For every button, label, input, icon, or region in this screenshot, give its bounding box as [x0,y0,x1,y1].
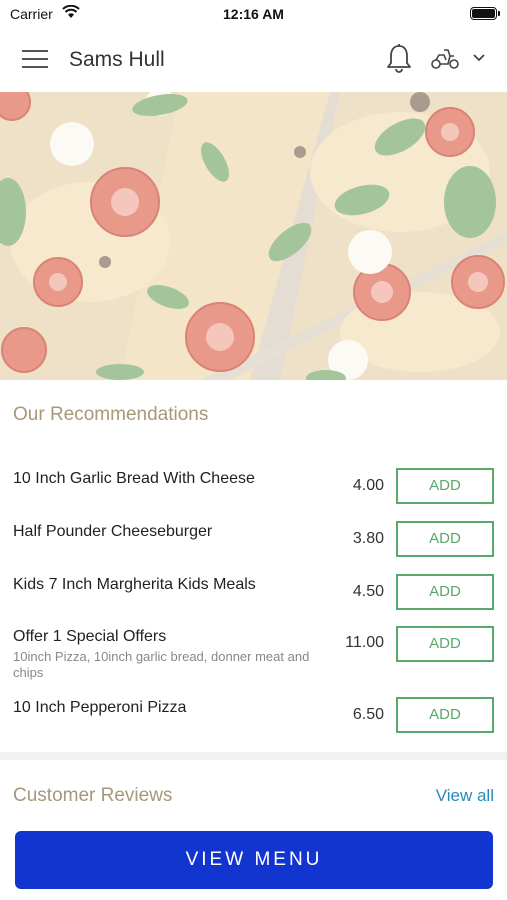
item-name: 10 Inch Garlic Bread With Cheese [13,470,255,487]
app-header: Sams Hull [0,28,507,92]
item-name: Half Pounder Cheeseburger [13,523,213,540]
item-price: 3.80 [352,530,384,547]
status-time: 12:16 AM [223,6,284,22]
item-price: 11.00 [345,634,384,651]
item-price: 4.50 [352,583,384,600]
recommendations-title: Our Recommendations [13,404,209,425]
menu-icon[interactable] [22,50,48,70]
item-name: 10 Inch Pepperoni Pizza [13,699,187,716]
view-menu-button[interactable]: VIEW MENU [15,831,493,889]
pizza-illustration [0,92,507,380]
battery-icon [470,7,500,20]
bell-icon[interactable] [385,43,413,75]
add-button[interactable]: ADD [396,521,494,557]
add-button[interactable]: ADD [396,626,494,662]
hero-pizza-image [0,92,507,380]
reviews-title: Customer Reviews [13,785,173,806]
item-name: Offer 1 Special Offers [13,628,167,645]
item-price: 6.50 [352,706,384,723]
scooter-icon[interactable] [430,47,460,71]
page-title: Sams Hull [69,48,165,71]
status-bar: Carrier 12:16 AM [0,0,507,28]
chevron-down-icon[interactable] [472,53,486,63]
add-button[interactable]: ADD [396,468,494,504]
item-price: 4.00 [352,477,384,494]
section-divider [0,752,507,760]
add-button[interactable]: ADD [396,574,494,610]
item-name: Kids 7 Inch Margherita Kids Meals [13,576,256,593]
item-description: 10inch Pizza, 10inch garlic bread, donne… [13,649,310,680]
add-button[interactable]: ADD [396,697,494,733]
view-all-link[interactable]: View all [436,786,494,806]
